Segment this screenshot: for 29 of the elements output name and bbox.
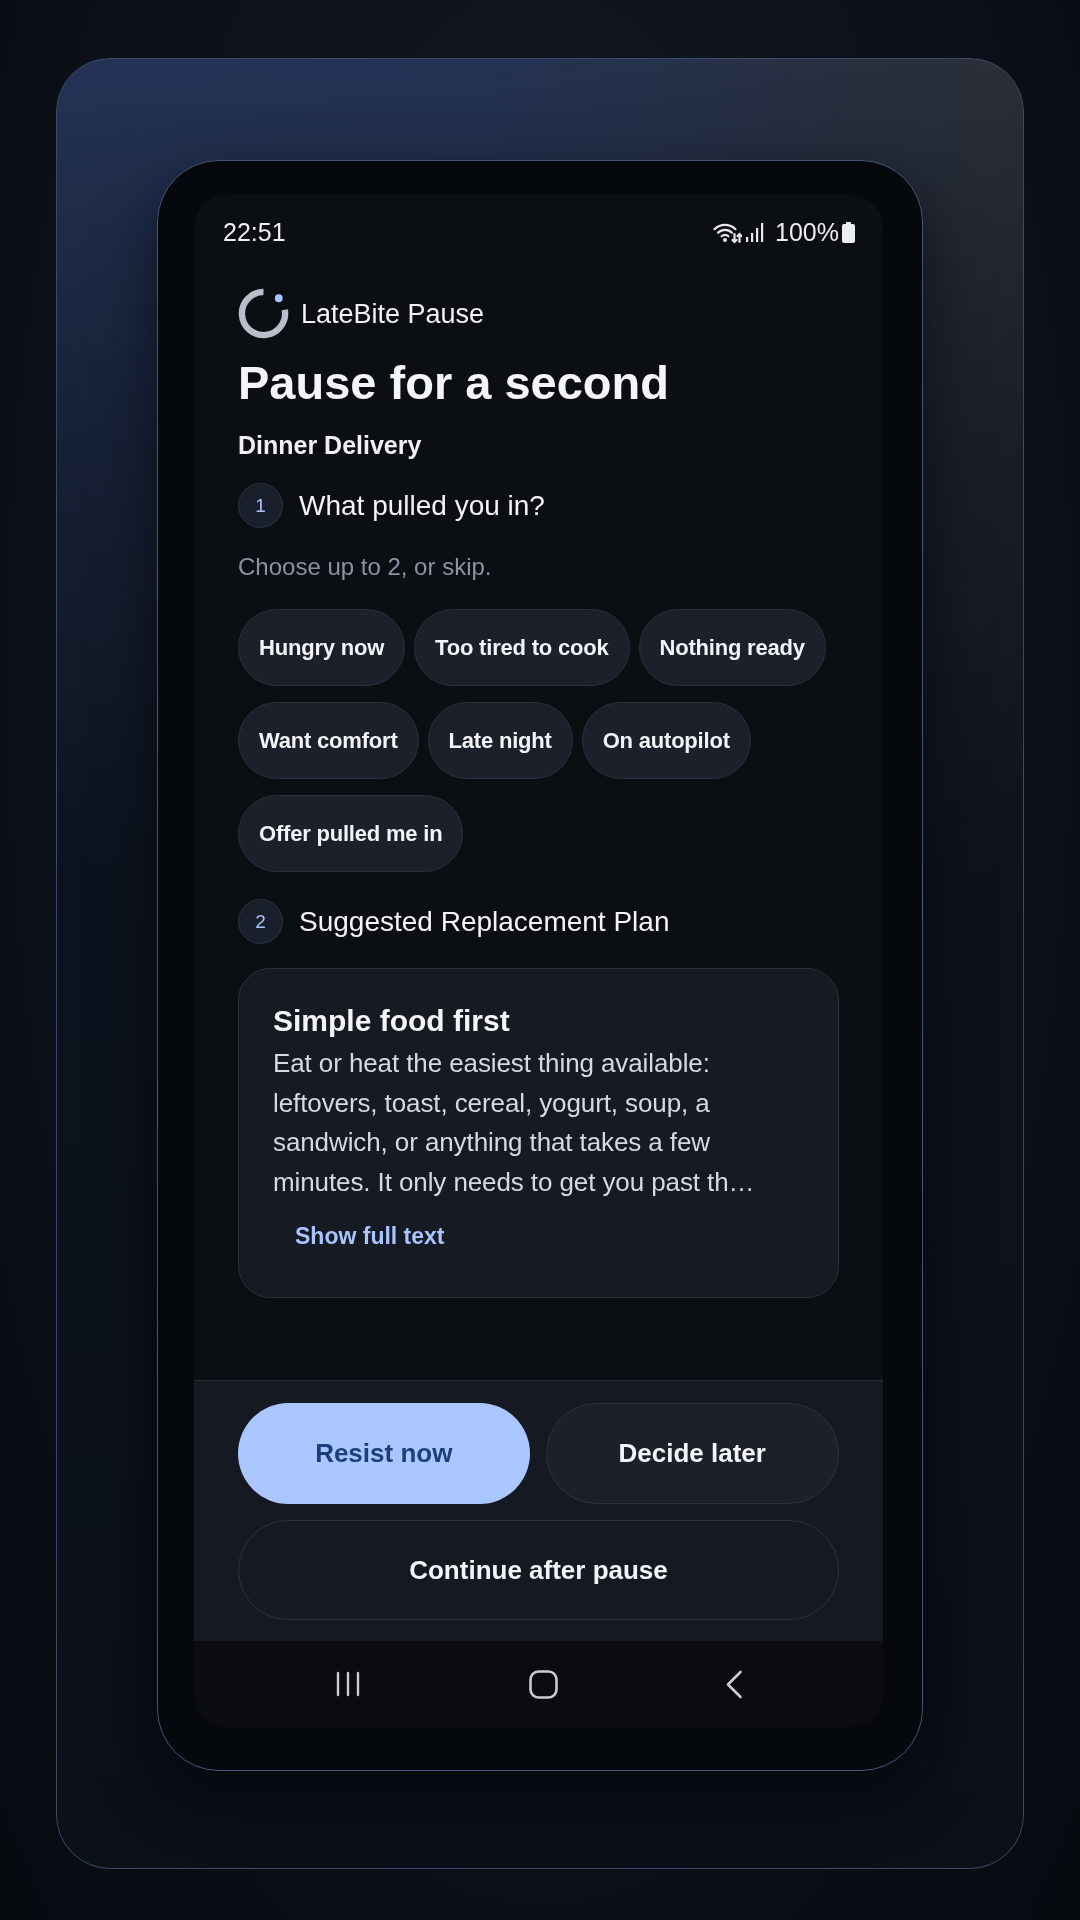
recent-apps-icon[interactable] [335,1671,361,1697]
action-button[interactable]: Decide later [545,1403,839,1504]
battery-icon [842,221,855,243]
hint-text: Choose up to 2, or skip. [238,552,493,582]
step-title: Suggested Replacement Plan [299,904,670,939]
page-title: Pause for a second [238,355,670,411]
app-name: LateBite Pause [301,297,485,330]
reason-chip[interactable]: Too tired to cook [414,609,630,686]
step-title: What pulled you in? [299,488,545,523]
reason-chip[interactable]: Nothing ready [638,609,826,686]
action-button[interactable]: Continue after pause [238,1520,839,1620]
step-number: 2 [238,899,283,944]
action-button[interactable]: Resist now [238,1403,530,1504]
reason-chip[interactable]: Hungry now [238,609,406,686]
reason-chip[interactable]: Offer pulled me in [238,795,464,872]
battery-percent: 100% [775,217,839,247]
status-time: 22:51 [223,217,286,247]
page-subtitle: Dinner Delivery [238,430,423,461]
card-title: Simple food first [273,1003,511,1039]
home-icon[interactable] [528,1669,558,1699]
reason-chip[interactable]: Want comfort [238,702,419,779]
step-number: 1 [238,483,283,528]
back-icon[interactable] [725,1669,743,1699]
card-body-text: Eat or heat the easiest thing available: leftovers, toast, cereal, yogurt, soup, a sandwich, or anything that takes a few minutes. It only needs to get you past th… [273,1047,756,1199]
reason-chip[interactable]: On autopilot [581,702,751,779]
reason-chip[interactable]: Late night [427,702,573,779]
ring-logo-icon [238,288,289,339]
signal-icon [745,222,765,242]
show-full-text-link[interactable]: Show full text [273,1212,467,1261]
